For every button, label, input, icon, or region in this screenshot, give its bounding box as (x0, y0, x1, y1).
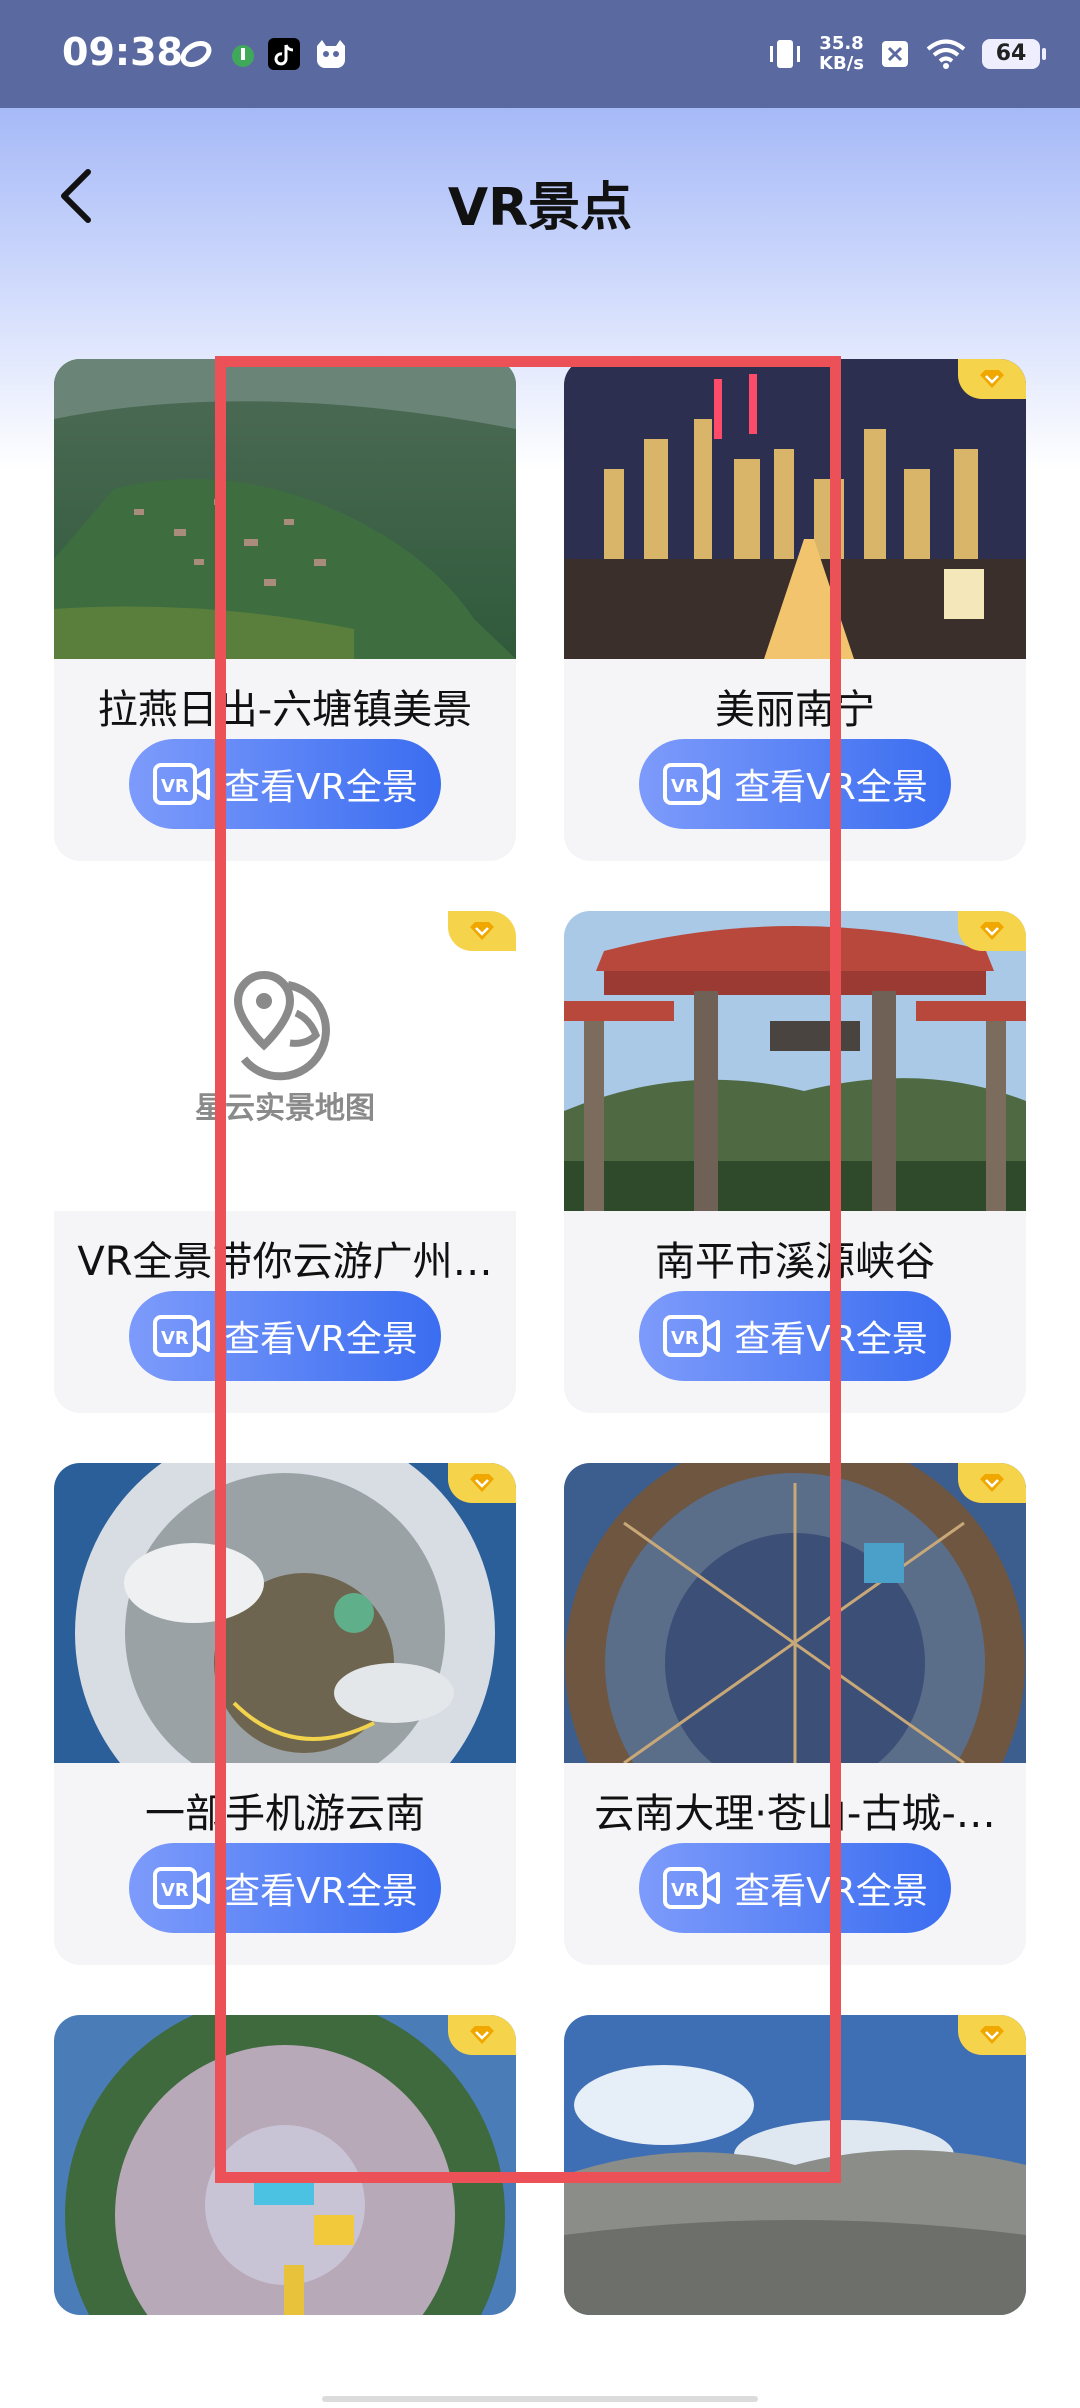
vip-diamond-icon (980, 370, 1004, 388)
vip-diamond-icon (980, 2026, 1004, 2044)
battery-indicator: 64 (982, 39, 1046, 69)
vip-diamond-icon (980, 1474, 1004, 1492)
vip-badge (958, 911, 1026, 951)
vip-badge (958, 2015, 1026, 2055)
status-bar: 09:38 35.8 KB/s 64 (0, 0, 1080, 108)
highlight-box-overlay (215, 356, 841, 2183)
page-title: VR景点 (447, 178, 633, 238)
vip-diamond-icon (980, 922, 1004, 940)
no-sim-icon (882, 41, 908, 67)
download-notification-icon (232, 45, 254, 67)
vip-badge (958, 1463, 1026, 1503)
vr-camera-icon: VR (153, 1315, 211, 1357)
vr-camera-icon: VR (153, 1867, 211, 1909)
svg-text:VR: VR (161, 1328, 189, 1349)
svg-text:VR: VR (161, 1880, 189, 1901)
status-time: 09:38 (62, 30, 183, 74)
vr-camera-icon: VR (153, 763, 211, 805)
bottom-area (0, 2315, 1080, 2408)
cat-notification-icon (317, 40, 345, 68)
svg-text:VR: VR (161, 776, 189, 797)
network-speed: 35.8 KB/s (819, 33, 864, 74)
vip-badge (958, 359, 1026, 399)
app-notification-icon (180, 41, 212, 67)
wifi-icon (926, 39, 966, 69)
vibrate-icon (770, 40, 801, 68)
tiktok-notification-icon (268, 38, 300, 70)
home-indicator[interactable] (322, 2396, 758, 2402)
